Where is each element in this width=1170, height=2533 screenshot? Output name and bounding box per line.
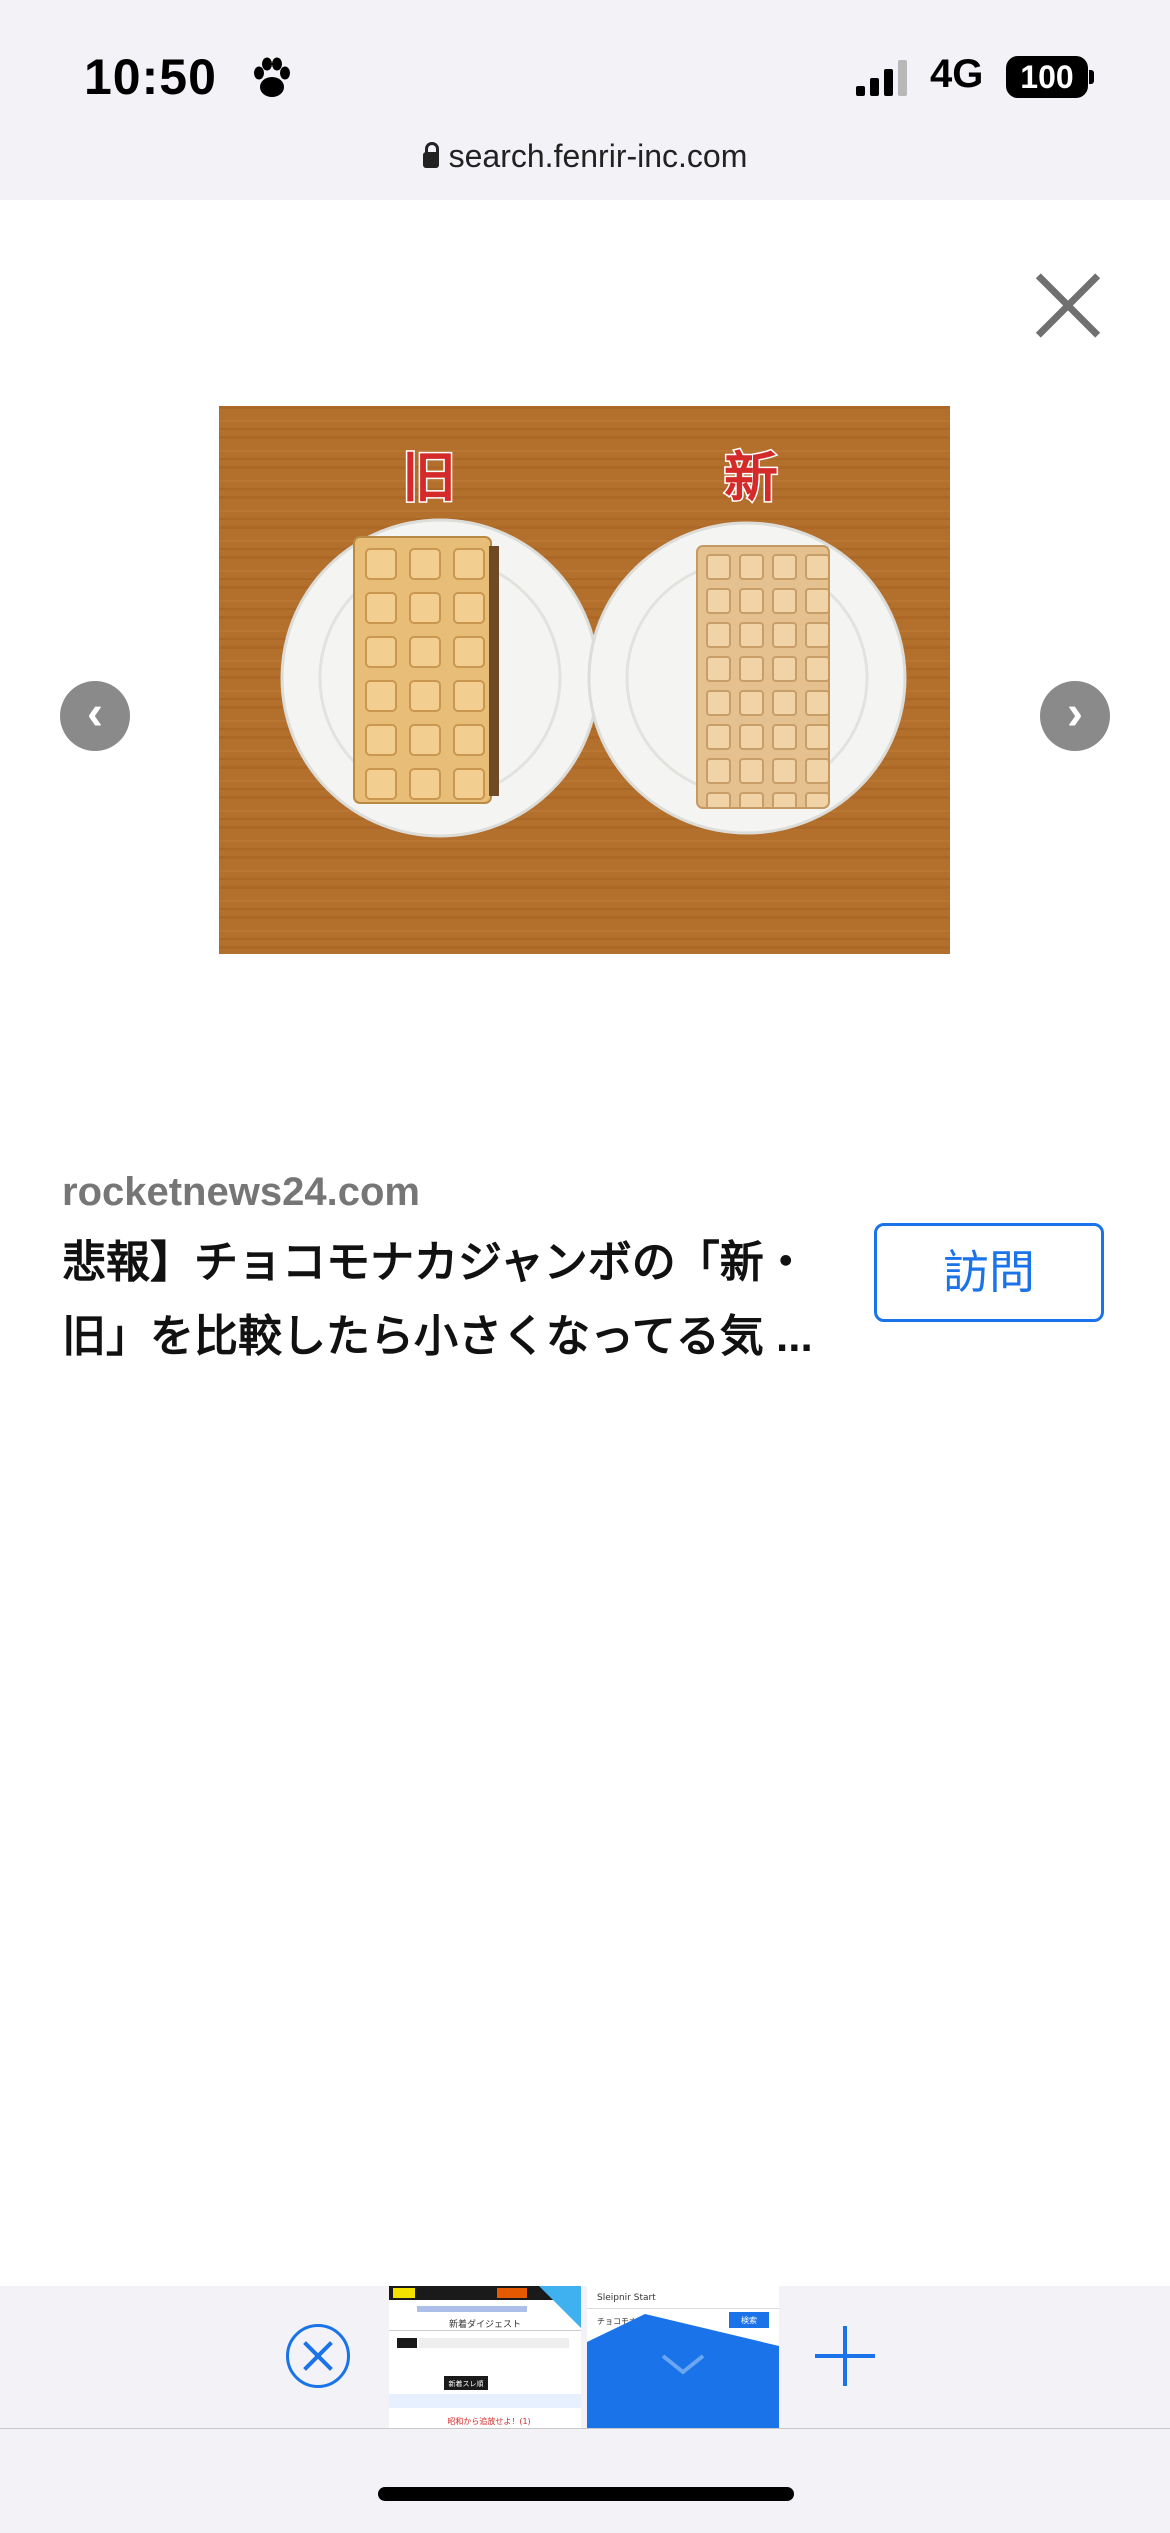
add-tab-icon[interactable] <box>815 2326 875 2386</box>
tab1-badge: 新着スレ順 <box>449 2379 484 2388</box>
tab-thumbnail-2[interactable]: Sleipnir Start チョコモナカ 検索 <box>587 2286 779 2428</box>
paw-icon <box>254 57 290 97</box>
signal-icon <box>856 60 907 96</box>
bottom-toolbar <box>0 2286 1170 2428</box>
tab1-header: 新着ダイジェスト <box>449 2318 521 2329</box>
source-domain[interactable]: rocketnews24.com <box>62 1170 420 1215</box>
result-image[interactable]: 旧 新 <box>219 406 950 954</box>
status-time: 10:50 <box>84 49 217 105</box>
home-indicator[interactable] <box>378 2487 794 2501</box>
lock-icon <box>422 142 439 168</box>
tab2-search: 検索 <box>741 2315 757 2325</box>
next-arrow-icon[interactable]: › <box>1040 681 1110 751</box>
tab-thumbnail-1[interactable]: 新着ダイジェスト 新着スレ順 昭和から追放せよ！(1) <box>389 2286 581 2428</box>
url-bar[interactable]: search.fenrir-inc.com <box>0 138 1170 175</box>
close-viewer-button[interactable] <box>1030 268 1106 344</box>
visit-button[interactable]: 訪問 <box>874 1223 1104 1322</box>
chocolate-comparison-photo: 旧 新 <box>219 406 950 954</box>
tab-preview-2: Sleipnir Start チョコモナカ 検索 <box>587 2286 779 2428</box>
tab1-link: 昭和から追放せよ！(1) <box>447 2416 530 2426</box>
tab2-header: Sleipnir Start <box>597 2293 656 2303</box>
home-area <box>0 2428 1170 2533</box>
old-label: 旧 <box>402 446 456 509</box>
url-text: search.fenrir-inc.com <box>448 138 748 174</box>
battery-nub <box>1089 70 1094 84</box>
result-title[interactable]: 悲報】チョコモナカジャンボの「新・旧」を比較したら小さくなってる気 ... <box>62 1226 842 1374</box>
network-type: 4G <box>930 52 984 96</box>
close-tab-icon[interactable] <box>286 2324 350 2388</box>
new-label: 新 <box>724 446 778 509</box>
tab-preview-1: 新着ダイジェスト 新着スレ順 昭和から追放せよ！(1) <box>389 2286 581 2428</box>
previous-arrow-icon[interactable]: ‹ <box>60 681 130 751</box>
battery-icon: 100 <box>1006 56 1088 98</box>
